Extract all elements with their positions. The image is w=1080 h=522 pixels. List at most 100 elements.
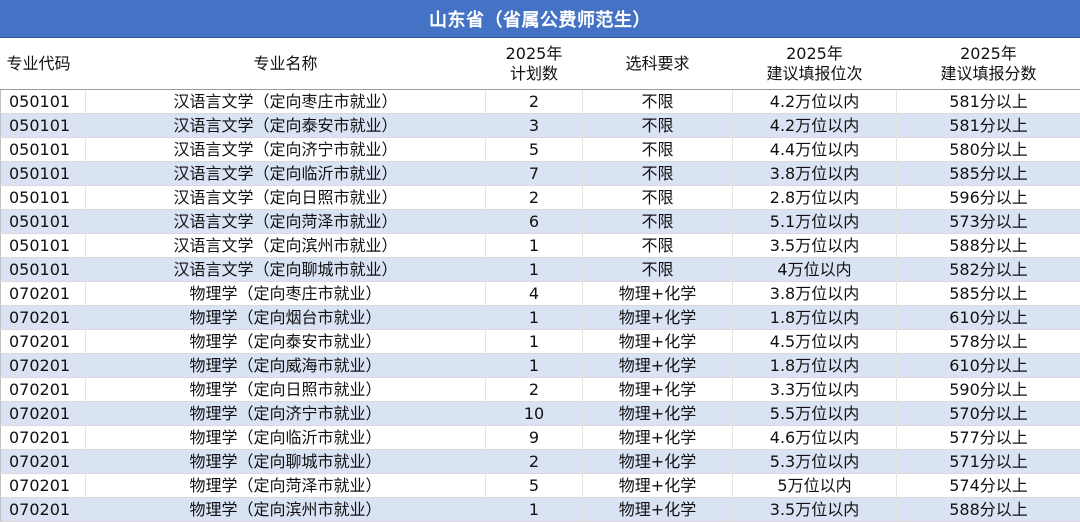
header-score: 2025年 建议填报分数 xyxy=(897,38,1080,90)
cell-score: 610分以上 xyxy=(897,354,1080,378)
cell-rank: 5万位以内 xyxy=(733,474,897,498)
cell-name: 物理学（定向日照市就业） xyxy=(86,378,486,402)
cell-name: 物理学（定向滨州市就业） xyxy=(86,498,486,522)
cell-subjects: 不限 xyxy=(583,114,733,138)
cell-score: 578分以上 xyxy=(897,330,1080,354)
cell-subjects: 不限 xyxy=(583,186,733,210)
header-score-line1: 2025年 xyxy=(897,44,1080,64)
cell-rank: 5.5万位以内 xyxy=(733,402,897,426)
cell-plan: 1 xyxy=(486,306,583,330)
cell-rank: 1.8万位以内 xyxy=(733,306,897,330)
cell-rank: 1.8万位以内 xyxy=(733,354,897,378)
header-subjects: 选科要求 xyxy=(583,38,733,90)
cell-plan: 1 xyxy=(486,498,583,522)
table-row: 050101汉语言文学（定向临沂市就业）7不限3.8万位以内585分以上 xyxy=(1,162,1080,186)
cell-plan: 1 xyxy=(486,258,583,282)
cell-plan: 5 xyxy=(486,474,583,498)
table-row: 070201物理学（定向枣庄市就业）4物理+化学3.8万位以内585分以上 xyxy=(1,282,1080,306)
header-plan: 2025年 计划数 xyxy=(486,38,583,90)
header-code: 专业代码 xyxy=(1,38,86,90)
cell-rank: 4.4万位以内 xyxy=(733,138,897,162)
cell-subjects: 不限 xyxy=(583,258,733,282)
table-row: 070201物理学（定向滨州市就业）1物理+化学3.5万位以内588分以上 xyxy=(1,498,1080,522)
cell-subjects: 不限 xyxy=(583,162,733,186)
cell-score: 574分以上 xyxy=(897,474,1080,498)
cell-code: 070201 xyxy=(1,330,86,354)
header-rank: 2025年 建议填报位次 xyxy=(733,38,897,90)
header-row: 专业代码 专业名称 2025年 计划数 选科要求 2025年 建议填报位次 20… xyxy=(1,38,1080,90)
cell-score: 588分以上 xyxy=(897,498,1080,522)
cell-code: 070201 xyxy=(1,354,86,378)
cell-plan: 2 xyxy=(486,90,583,114)
cell-code: 050101 xyxy=(1,210,86,234)
cell-code: 070201 xyxy=(1,402,86,426)
header-rank-line2: 建议填报位次 xyxy=(733,64,897,84)
table-row: 070201物理学（定向日照市就业）2物理+化学3.3万位以内590分以上 xyxy=(1,378,1080,402)
cell-rank: 4万位以内 xyxy=(733,258,897,282)
cell-plan: 9 xyxy=(486,426,583,450)
table-row: 050101汉语言文学（定向枣庄市就业）2不限4.2万位以内581分以上 xyxy=(1,90,1080,114)
cell-name: 汉语言文学（定向泰安市就业） xyxy=(86,114,486,138)
cell-name: 物理学（定向威海市就业） xyxy=(86,354,486,378)
cell-name: 汉语言文学（定向济宁市就业） xyxy=(86,138,486,162)
cell-plan: 5 xyxy=(486,138,583,162)
cell-name: 物理学（定向烟台市就业） xyxy=(86,306,486,330)
cell-name: 物理学（定向临沂市就业） xyxy=(86,426,486,450)
cell-plan: 1 xyxy=(486,330,583,354)
cell-code: 050101 xyxy=(1,138,86,162)
cell-name: 物理学（定向泰安市就业） xyxy=(86,330,486,354)
header-plan-line1: 2025年 xyxy=(486,44,583,64)
cell-code: 050101 xyxy=(1,186,86,210)
cell-rank: 4.2万位以内 xyxy=(733,114,897,138)
table-row: 070201物理学（定向菏泽市就业）5物理+化学5万位以内574分以上 xyxy=(1,474,1080,498)
table-row: 050101汉语言文学（定向滨州市就业）1不限3.5万位以内588分以上 xyxy=(1,234,1080,258)
cell-rank: 3.3万位以内 xyxy=(733,378,897,402)
cell-subjects: 不限 xyxy=(583,90,733,114)
table-row: 050101汉语言文学（定向日照市就业）2不限2.8万位以内596分以上 xyxy=(1,186,1080,210)
table-title: 山东省（省属公费师范生） xyxy=(0,0,1080,38)
cell-name: 物理学（定向菏泽市就业） xyxy=(86,474,486,498)
cell-name: 汉语言文学（定向滨州市就业） xyxy=(86,234,486,258)
cell-name: 物理学（定向济宁市就业） xyxy=(86,402,486,426)
cell-subjects: 物理+化学 xyxy=(583,498,733,522)
cell-plan: 1 xyxy=(486,354,583,378)
cell-subjects: 物理+化学 xyxy=(583,330,733,354)
cell-plan: 10 xyxy=(486,402,583,426)
cell-code: 070201 xyxy=(1,306,86,330)
admission-table-card: 山东省（省属公费师范生） 专业代码 专业名称 2025年 计划数 选科要求 20… xyxy=(0,0,1080,521)
cell-code: 070201 xyxy=(1,450,86,474)
cell-code: 050101 xyxy=(1,258,86,282)
cell-code: 070201 xyxy=(1,282,86,306)
header-rank-line1: 2025年 xyxy=(733,44,897,64)
cell-plan: 2 xyxy=(486,450,583,474)
cell-plan: 1 xyxy=(486,234,583,258)
cell-rank: 3.5万位以内 xyxy=(733,234,897,258)
cell-subjects: 物理+化学 xyxy=(583,474,733,498)
cell-name: 汉语言文学（定向枣庄市就业） xyxy=(86,90,486,114)
cell-score: 588分以上 xyxy=(897,234,1080,258)
cell-subjects: 物理+化学 xyxy=(583,306,733,330)
cell-score: 585分以上 xyxy=(897,162,1080,186)
cell-name: 汉语言文学（定向菏泽市就业） xyxy=(86,210,486,234)
cell-code: 070201 xyxy=(1,498,86,522)
header-score-line2: 建议填报分数 xyxy=(897,64,1080,84)
table-row: 070201物理学（定向威海市就业）1物理+化学1.8万位以内610分以上 xyxy=(1,354,1080,378)
cell-code: 050101 xyxy=(1,234,86,258)
cell-score: 581分以上 xyxy=(897,114,1080,138)
cell-subjects: 不限 xyxy=(583,234,733,258)
cell-subjects: 物理+化学 xyxy=(583,426,733,450)
cell-score: 581分以上 xyxy=(897,90,1080,114)
cell-plan: 7 xyxy=(486,162,583,186)
cell-rank: 3.5万位以内 xyxy=(733,498,897,522)
table-row: 070201物理学（定向泰安市就业）1物理+化学4.5万位以内578分以上 xyxy=(1,330,1080,354)
admission-table: 专业代码 专业名称 2025年 计划数 选科要求 2025年 建议填报位次 20… xyxy=(0,38,1080,522)
cell-subjects: 物理+化学 xyxy=(583,378,733,402)
cell-rank: 4.5万位以内 xyxy=(733,330,897,354)
cell-name: 物理学（定向聊城市就业） xyxy=(86,450,486,474)
cell-plan: 4 xyxy=(486,282,583,306)
cell-score: 590分以上 xyxy=(897,378,1080,402)
table-row: 070201物理学（定向临沂市就业）9物理+化学4.6万位以内577分以上 xyxy=(1,426,1080,450)
cell-name: 汉语言文学（定向临沂市就业） xyxy=(86,162,486,186)
cell-name: 物理学（定向枣庄市就业） xyxy=(86,282,486,306)
cell-rank: 4.2万位以内 xyxy=(733,90,897,114)
